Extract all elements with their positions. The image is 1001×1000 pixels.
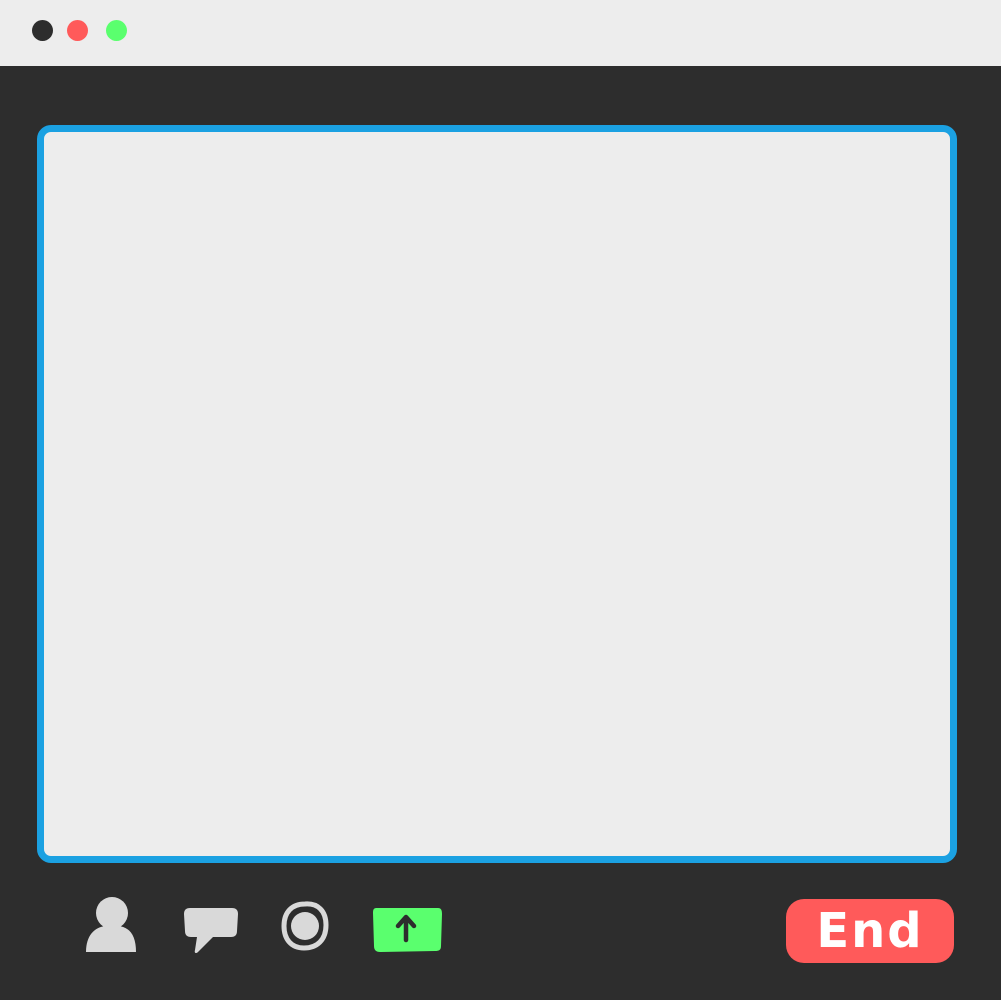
speech-bubble-icon — [184, 908, 238, 954]
app-window: End — [0, 0, 1001, 1000]
close-window-dot[interactable] — [32, 20, 53, 41]
title-bar — [0, 0, 1001, 66]
minimize-window-dot[interactable] — [67, 20, 88, 41]
maximize-window-dot[interactable] — [106, 20, 127, 41]
video-stage — [37, 125, 957, 863]
person-icon — [86, 897, 136, 952]
end-call-button[interactable]: End — [786, 899, 954, 963]
share-screen-button[interactable] — [372, 906, 443, 953]
arrow-up-icon — [373, 908, 442, 952]
participants-button[interactable] — [84, 896, 138, 954]
record-icon — [281, 901, 329, 951]
chat-button[interactable] — [183, 905, 239, 955]
record-button[interactable] — [280, 900, 330, 952]
